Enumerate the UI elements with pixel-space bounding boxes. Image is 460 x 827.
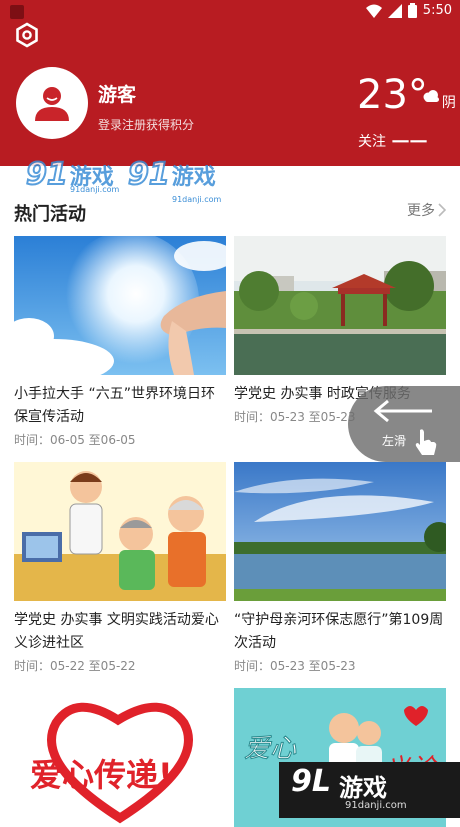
activity-card[interactable]: 爱心传递!	[14, 688, 226, 827]
profile-header: 5:50 游客 登录注册获得积分 23° 阴 关注 一一	[0, 0, 460, 166]
watermark-number: 91	[127, 156, 171, 193]
section-title: 热门活动	[14, 204, 86, 225]
status-time: 5:50	[422, 3, 452, 18]
activity-time: 时间：05-22 至05-22	[14, 659, 136, 673]
follow-count: 一一	[392, 133, 428, 153]
username[interactable]: 游客	[98, 80, 136, 107]
weather-widget: 23° 阴	[357, 72, 456, 118]
swipe-left-hint[interactable]: 左滑	[348, 386, 460, 462]
watermark-url: 91danji.com	[70, 185, 120, 194]
watermark-logo: 91 游戏	[127, 156, 216, 193]
gear-icon	[16, 22, 38, 48]
swipe-hint-label: 左滑	[382, 434, 407, 448]
user-icon	[35, 87, 69, 121]
watermark-number: 9L	[291, 764, 331, 799]
chevron-right-icon	[438, 203, 446, 217]
activity-card[interactable]: 小手拉大手 “六五”世界环境日环保宣传活动 时间：06-05 至06-05	[14, 236, 226, 448]
temperature: 23°	[357, 72, 428, 118]
follow-label: 关注	[358, 133, 386, 150]
activity-image[interactable]: 爱心传递!	[14, 688, 226, 827]
settings-button[interactable]	[14, 22, 40, 48]
activity-image[interactable]	[14, 236, 226, 375]
status-icons: 5:50	[365, 3, 452, 18]
hand-pointer-icon	[415, 429, 437, 455]
activity-time: 时间：05-23 至05-23	[234, 659, 356, 673]
more-label: 更多	[407, 203, 435, 219]
avatar[interactable]	[16, 67, 88, 139]
activity-card[interactable]: “守护母亲河环保志愿行”第109周次活动 时间：05-23 至05-23	[234, 462, 446, 674]
status-bar: 5:50	[0, 0, 460, 24]
activity-time: 时间：06-05 至06-05	[14, 433, 136, 447]
login-hint[interactable]: 登录注册获得积分	[98, 116, 194, 133]
activity-title[interactable]: 学党史 办实事 文明实践活动爱心义诊进社区	[14, 609, 226, 655]
watermark-url: 91danji.com	[345, 800, 407, 811]
weather-condition: 阴	[441, 95, 456, 111]
image-caption-left: 爱心	[243, 734, 297, 765]
activity-title[interactable]: 小手拉大手 “六五”世界环境日环保宣传活动	[14, 383, 226, 429]
hot-activities-header: 热门活动 更多	[0, 196, 460, 226]
app-notification-icon	[10, 5, 24, 19]
activity-image[interactable]	[234, 462, 446, 601]
cloud-icon	[423, 90, 439, 102]
follow-row[interactable]: 关注 一一	[358, 128, 428, 153]
watermark-text: 游戏	[339, 774, 387, 802]
wifi-icon	[365, 4, 382, 18]
activity-title[interactable]: “守护母亲河环保志愿行”第109周次活动	[234, 609, 446, 655]
activity-image[interactable]	[234, 236, 446, 375]
more-button[interactable]: 更多	[407, 200, 446, 220]
activity-card[interactable]: 学党史 办实事 文明实践活动爱心义诊进社区 时间：05-22 至05-22	[14, 462, 226, 674]
arrow-left-icon	[373, 399, 432, 423]
signal-icon	[387, 3, 402, 18]
watermark-badge: 9L 游戏 91danji.com	[279, 762, 460, 818]
battery-icon	[407, 3, 417, 18]
watermark-text: 游戏	[171, 164, 216, 190]
activity-image[interactable]	[14, 462, 226, 601]
watermark-number: 91	[25, 156, 69, 193]
image-caption: 爱心传递!	[30, 756, 173, 794]
